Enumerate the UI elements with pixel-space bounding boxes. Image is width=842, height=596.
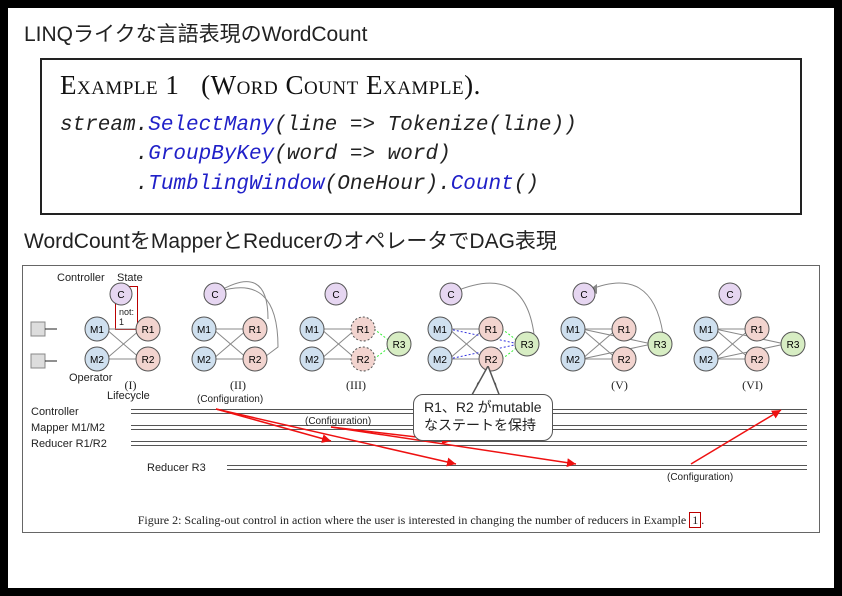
figure-caption: Figure 2: Scaling-out control in action … (23, 513, 819, 528)
dag-6: C M1 M2 R1 R2 R3 (VI) (690, 272, 815, 393)
callout-bubble: R1、R2 がmutable なステートを保持 (413, 394, 553, 441)
svg-text:R1: R1 (751, 325, 764, 336)
code-stream: stream (60, 114, 136, 137)
code-args2: (word => word) (274, 143, 450, 166)
svg-text:M1: M1 (699, 325, 713, 336)
roman-3: (III) (296, 378, 416, 393)
example-desc: (Word Count Example). (201, 70, 481, 100)
heading-linq: LINQライクな言語表現のWordCount (24, 18, 822, 48)
code-args1: (line => Tokenize(line)) (274, 114, 576, 137)
dag-3: C M1 M2 R1 R2 R3 (III) (296, 272, 416, 393)
caption-ref: 1 (689, 512, 701, 528)
svg-text:M1: M1 (90, 325, 104, 336)
svg-text:M1: M1 (566, 325, 580, 336)
svg-text:R1: R1 (357, 325, 370, 336)
dag-row: Controller State be: 2 not: 1 Operator (27, 272, 815, 392)
svg-text:C: C (332, 290, 339, 301)
example-code-block: Example 1 (Word Count Example). stream.S… (40, 58, 802, 215)
svg-text:R1: R1 (485, 325, 498, 336)
svg-text:M1: M1 (197, 325, 211, 336)
svg-text:R3: R3 (787, 340, 800, 351)
caption-text: Figure 2: Scaling-out control in action … (138, 513, 690, 527)
svg-text:R3: R3 (521, 340, 534, 351)
heading-dag: WordCountをMapperとReducerのオペレータでDAG表現 (24, 225, 822, 255)
svg-text:M2: M2 (90, 355, 104, 366)
code-tumblingwindow: TumblingWindow (148, 173, 324, 196)
svg-text:M2: M2 (566, 355, 580, 366)
svg-text:R3: R3 (393, 340, 406, 351)
example-num: Example 1 (60, 70, 179, 100)
dag-1: C M1 M2 R1 R2 (I) (81, 272, 180, 393)
roman-6: (VI) (690, 378, 815, 393)
svg-text:R2: R2 (618, 355, 631, 366)
roman-2: (II) (188, 378, 288, 393)
svg-text:C: C (580, 290, 587, 301)
track-mapper-label: Mapper M1/M2 (31, 422, 105, 434)
svg-text:M2: M2 (433, 355, 447, 366)
svg-text:M1: M1 (305, 325, 319, 336)
caption-suffix: . (701, 513, 704, 527)
example-title: Example 1 (Word Count Example). (60, 70, 782, 101)
svg-text:C: C (211, 290, 218, 301)
svg-text:M2: M2 (699, 355, 713, 366)
svg-text:R1: R1 (249, 325, 262, 336)
svg-text:M2: M2 (197, 355, 211, 366)
dag-5: C M1 M2 R1 R2 R3 (V) (557, 272, 682, 393)
roman-5: (V) (557, 378, 682, 393)
track-controller-label: Controller (31, 406, 79, 418)
svg-text:M1: M1 (433, 325, 447, 336)
svg-text:R2: R2 (751, 355, 764, 366)
track-reducer12-label: Reducer R1/R2 (31, 438, 107, 450)
svg-text:R2: R2 (249, 355, 262, 366)
svg-text:C: C (447, 290, 454, 301)
dag-2: C M1 M2 R1 R2 (II) (188, 272, 288, 393)
svg-text:C: C (726, 290, 733, 301)
svg-text:R2: R2 (142, 355, 155, 366)
code-args3b: () (514, 173, 539, 196)
svg-text:R1: R1 (618, 325, 631, 336)
svg-text:R2: R2 (485, 355, 498, 366)
svg-text:M2: M2 (305, 355, 319, 366)
svg-text:C: C (117, 290, 124, 301)
code-args3a: (OneHour) (325, 173, 438, 196)
code-count: Count (451, 173, 514, 196)
code-lines: stream.SelectMany(line => Tokenize(line)… (60, 111, 782, 199)
code-groupbykey: GroupByKey (148, 143, 274, 166)
svg-text:R3: R3 (654, 340, 667, 351)
svg-text:R1: R1 (142, 325, 155, 336)
figure-2: Controller State be: 2 not: 1 Operator (22, 265, 820, 533)
code-selectmany: SelectMany (148, 114, 274, 137)
svg-text:R2: R2 (357, 355, 370, 366)
